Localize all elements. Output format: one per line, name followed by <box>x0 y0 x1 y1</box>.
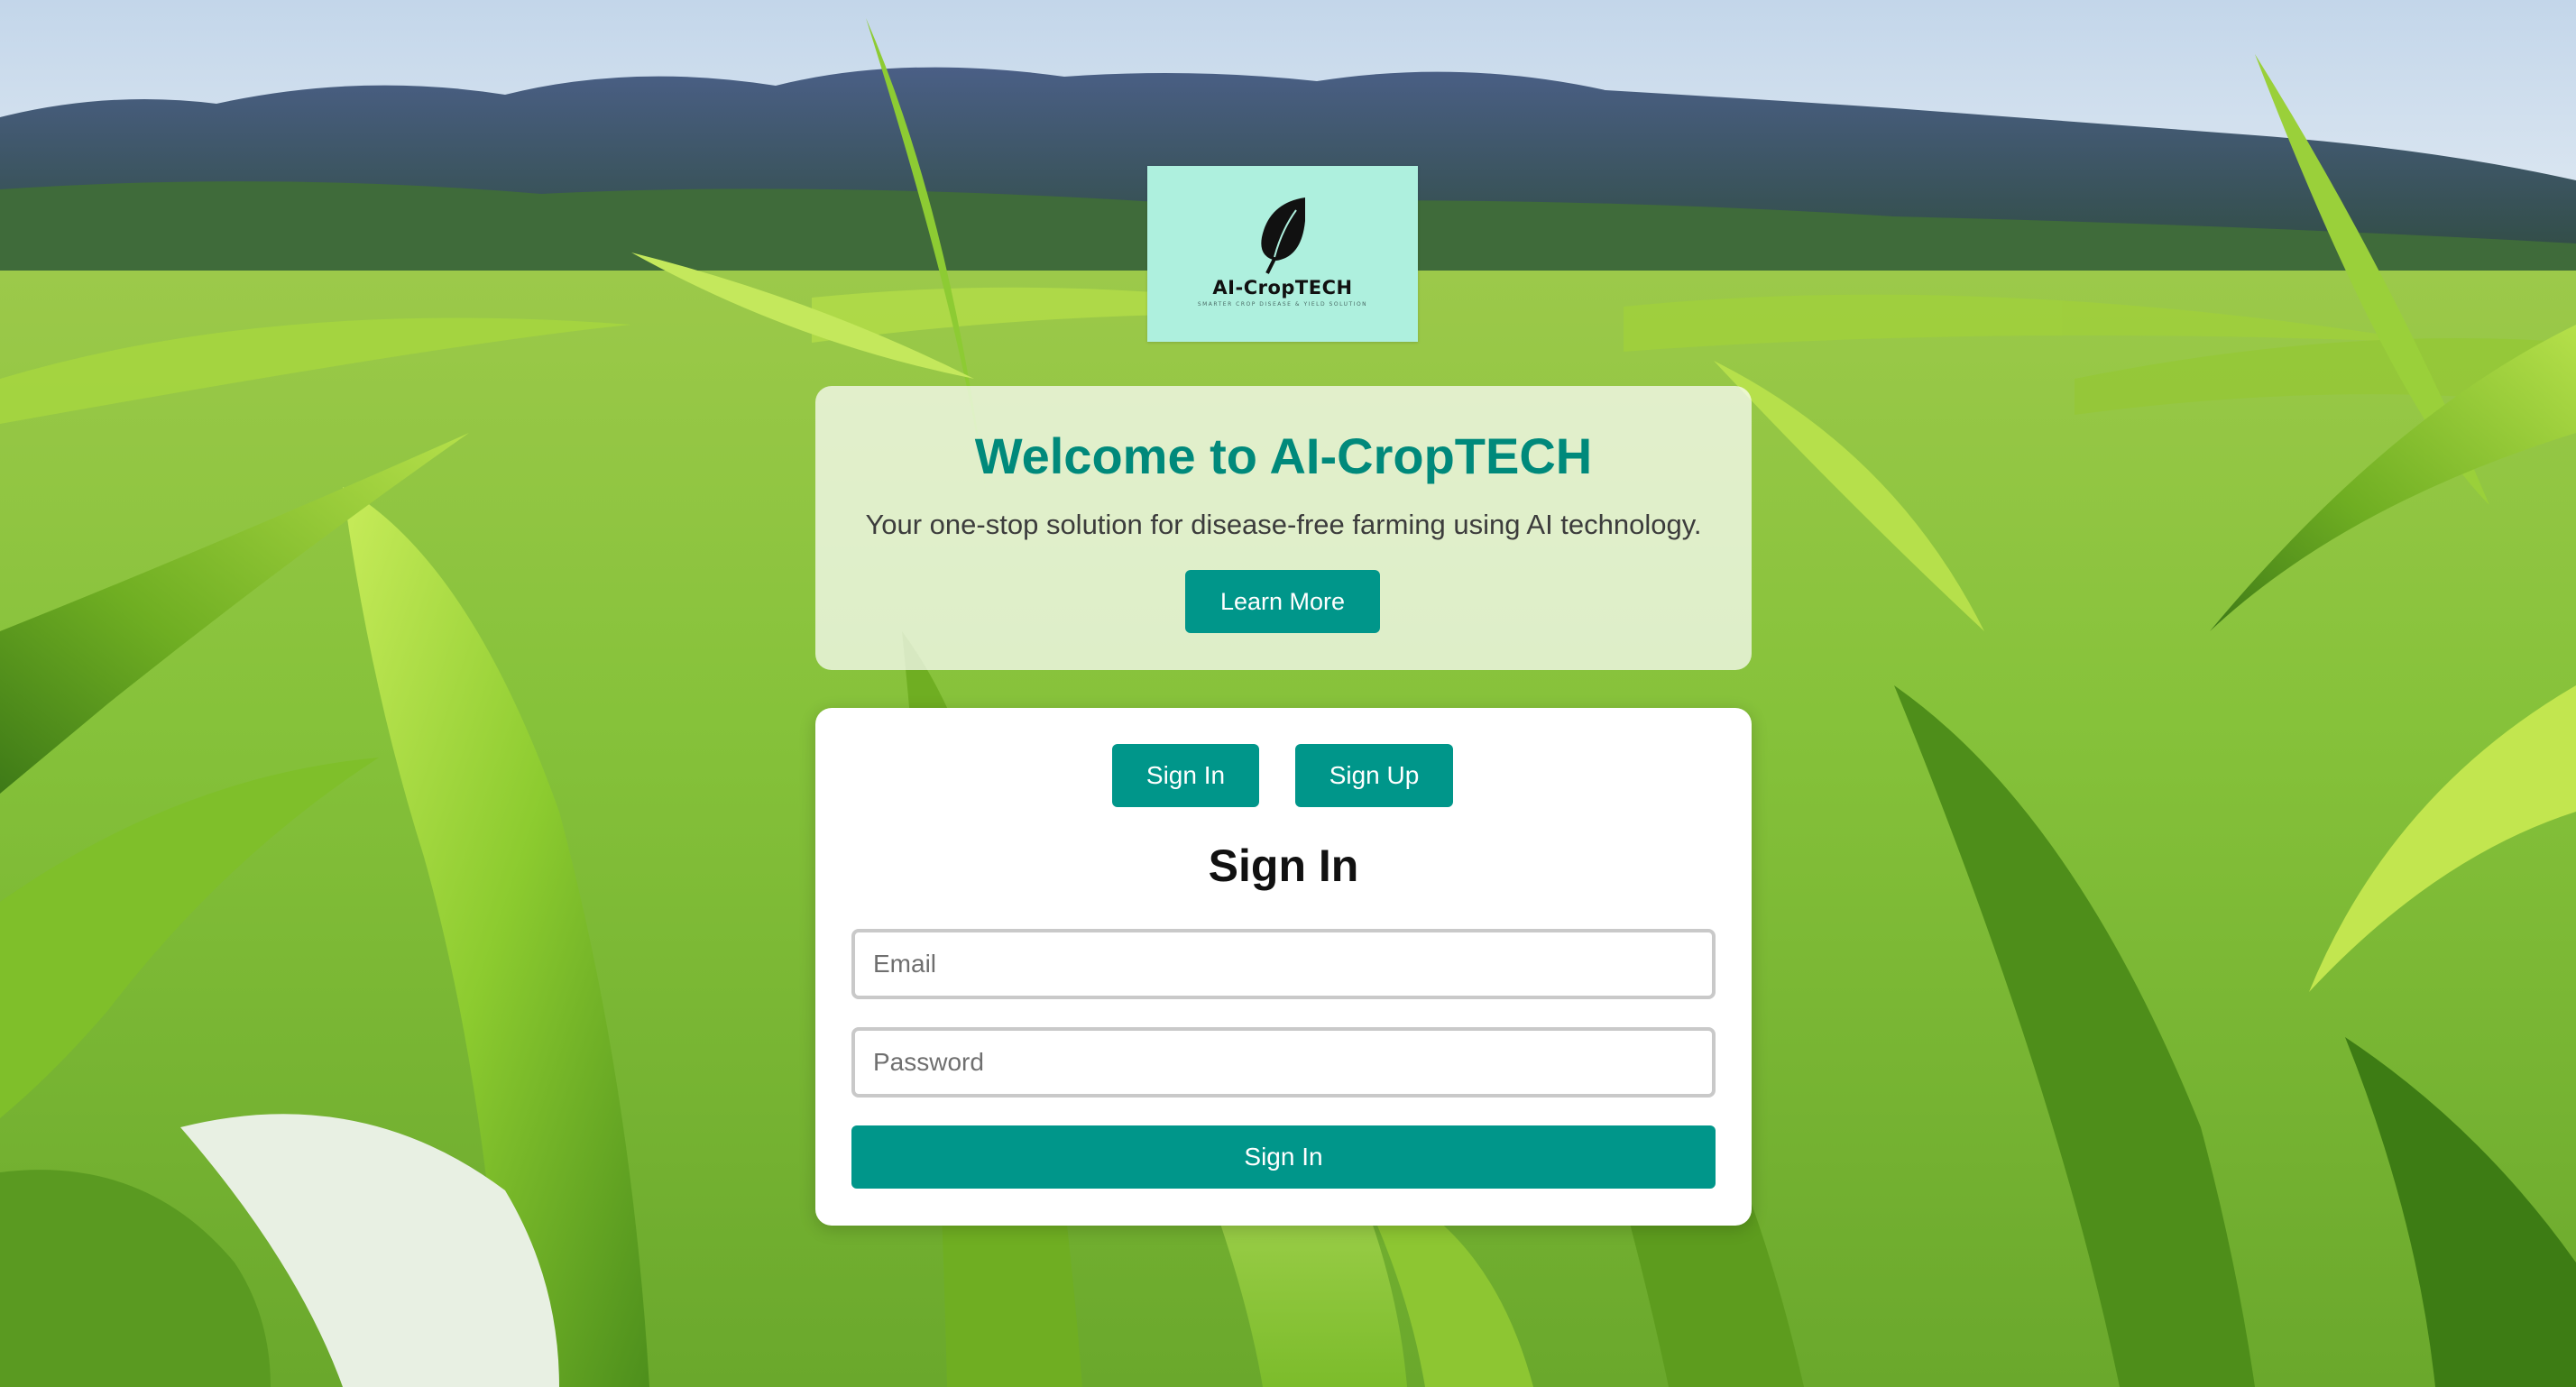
password-field[interactable] <box>851 1027 1716 1098</box>
email-field[interactable] <box>851 929 1716 999</box>
welcome-card: Welcome to AI-CropTECH Your one-stop sol… <box>815 386 1752 670</box>
leaf-icon <box>1261 197 1305 274</box>
welcome-title-brand: AI-CropTECH <box>1269 427 1593 484</box>
welcome-title-prefix: Welcome to <box>974 427 1257 484</box>
sign-in-title: Sign In <box>1208 840 1359 891</box>
sign-in-submit-button[interactable]: Sign In <box>851 1125 1716 1189</box>
tab-sign-up-button[interactable]: Sign Up <box>1295 744 1453 807</box>
welcome-title: Welcome to AI-CropTECH <box>815 426 1752 486</box>
auth-card: Sign In Sign Up Sign In Sign In <box>815 708 1752 1226</box>
logo-tagline: SMARTER CROP DISEASE & YIELD SOLUTION <box>1197 300 1368 308</box>
tab-sign-in-button[interactable]: Sign In <box>1112 744 1259 807</box>
learn-more-button[interactable]: Learn More <box>1185 570 1380 633</box>
welcome-subtitle: Your one-stop solution for disease-free … <box>865 509 1702 540</box>
brand-logo: AI-CropTECH SMARTER CROP DISEASE & YIELD… <box>1147 166 1418 342</box>
logo-text: AI-CropTECH <box>1212 276 1353 299</box>
